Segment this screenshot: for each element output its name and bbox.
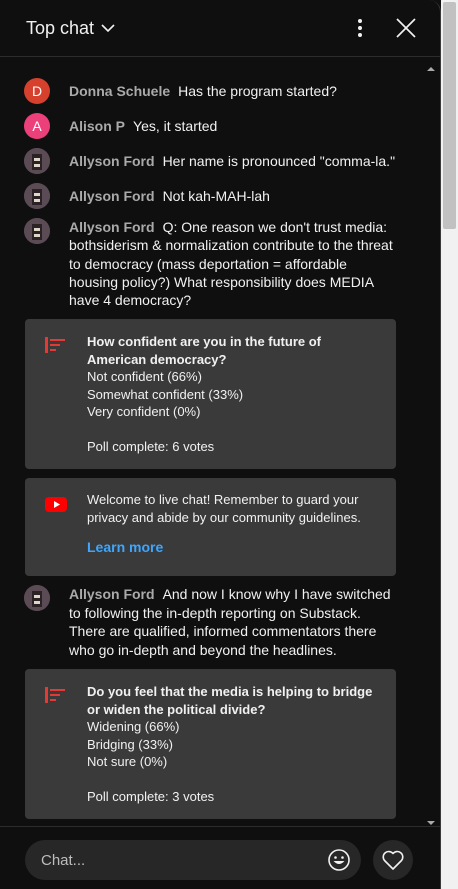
welcome-text: Welcome to live chat! Remember to guard … (87, 492, 361, 525)
chat-input[interactable] (39, 850, 313, 870)
message-text: Her name is pronounced "comma-la." (162, 153, 396, 169)
poll-option: Very confident (0%) (87, 404, 201, 419)
chat-message: A Alison P Yes, it started (24, 113, 396, 139)
chat-message: Allyson Ford Q: One reason we don't trust… (24, 218, 396, 309)
poll-question: How confident are you in the future of A… (87, 334, 321, 367)
message-author[interactable]: Allyson Ford (69, 153, 155, 169)
chat-mode-dropdown[interactable]: Top chat (26, 18, 115, 39)
chevron-down-icon (101, 24, 115, 33)
live-chat-panel: Top chat D Donna Schuele Has the program … (0, 0, 441, 889)
poll-question: Do you feel that the media is helping to… (87, 684, 373, 717)
message-author[interactable]: Allyson Ford (69, 188, 155, 204)
message-author[interactable]: Donna Schuele (69, 83, 170, 99)
chat-header: Top chat (0, 0, 440, 57)
poll-status: Poll complete: 6 votes (87, 438, 215, 454)
message-author[interactable]: Allyson Ford (69, 219, 155, 235)
avatar-image-icon (24, 585, 50, 611)
youtube-icon (45, 497, 67, 517)
close-icon[interactable] (392, 14, 420, 42)
poll-option: Not sure (0%) (87, 754, 168, 769)
chat-input-bar (0, 826, 440, 889)
welcome-card: Welcome to live chat! Remember to guard … (25, 478, 396, 576)
poll-status: Poll complete: 3 votes (87, 788, 215, 804)
avatar[interactable]: D (24, 78, 50, 104)
poll-card: How confident are you in the future of A… (25, 319, 396, 469)
chat-mode-label: Top chat (26, 17, 95, 38)
avatar-letter: A (32, 118, 42, 134)
avatar[interactable] (24, 218, 50, 244)
avatar-letter: D (31, 83, 43, 99)
heart-icon[interactable] (373, 840, 413, 880)
page-scrollbar-thumb[interactable] (443, 2, 456, 229)
avatar[interactable] (24, 585, 50, 611)
chat-message: D Donna Schuele Has the program started? (24, 78, 396, 104)
poll-card: Do you feel that the media is helping to… (25, 669, 396, 819)
scroll-up-arrow-icon[interactable] (426, 60, 436, 78)
avatar-image-icon (24, 218, 50, 244)
avatar[interactable] (24, 148, 50, 174)
poll-option: Not confident (66%) (87, 369, 202, 384)
message-author[interactable]: Alison P (69, 118, 125, 134)
message-author[interactable]: Allyson Ford (69, 586, 155, 602)
poll-option: Widening (66%) (87, 719, 180, 734)
emoji-icon[interactable] (327, 848, 351, 872)
chat-message: Allyson Ford And now I know why I have sw… (24, 585, 396, 659)
message-text: Yes, it started (133, 118, 218, 134)
message-text: Has the program started? (178, 83, 337, 99)
avatar-image-icon (24, 148, 50, 174)
message-text: Not kah-MAH-lah (162, 188, 270, 204)
poll-icon (45, 687, 67, 708)
message-list[interactable]: D Donna Schuele Has the program started? … (0, 56, 428, 828)
learn-more-link[interactable]: Learn more (87, 539, 163, 557)
avatar-image-icon (24, 183, 50, 209)
poll-icon (45, 337, 67, 358)
poll-option: Somewhat confident (33%) (87, 386, 244, 402)
more-options-icon[interactable] (348, 14, 372, 42)
chat-message: Allyson Ford Not kah-MAH-lah (24, 183, 396, 209)
avatar[interactable]: A (24, 113, 50, 139)
chat-message: Allyson Ford Her name is pronounced "comm… (24, 148, 396, 174)
poll-option: Bridging (33%) (87, 736, 173, 752)
chat-input-container (25, 840, 361, 880)
avatar[interactable] (24, 183, 50, 209)
